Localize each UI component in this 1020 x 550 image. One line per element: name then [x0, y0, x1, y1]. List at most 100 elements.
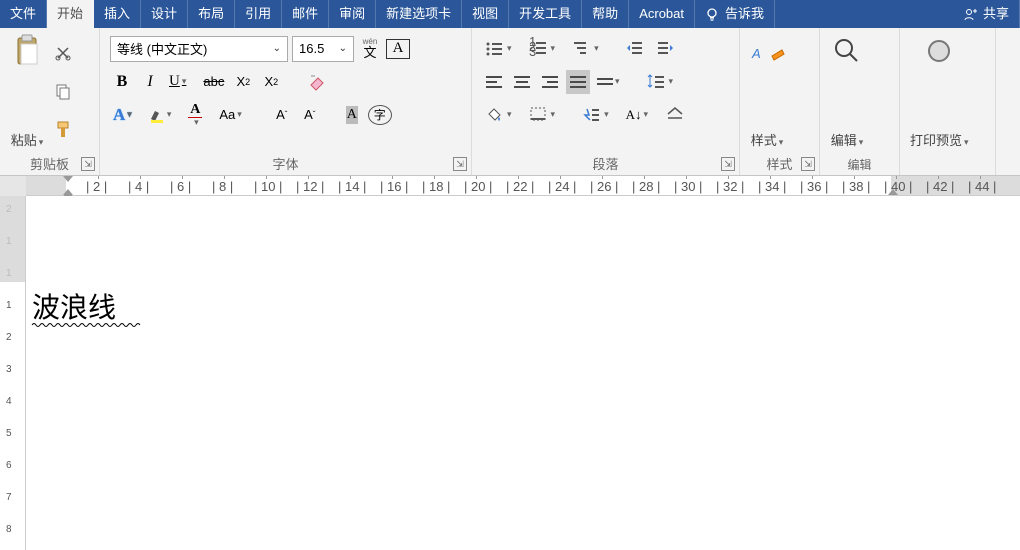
cut-icon[interactable]: [54, 44, 72, 62]
borders-icon: [529, 106, 549, 124]
wavy-underline: [32, 322, 138, 328]
bold-button[interactable]: B: [110, 70, 134, 94]
group-paragraph-label: 段落⇲: [472, 155, 739, 175]
tab-help[interactable]: 帮助: [582, 0, 629, 28]
styles-label: 样式: [751, 130, 784, 149]
strikethrough-button[interactable]: abc: [200, 70, 227, 94]
borders-button[interactable]: [526, 103, 566, 127]
underline-button[interactable]: U: [166, 70, 196, 94]
tab-newtab[interactable]: 新建选项卡: [376, 0, 462, 28]
print-preview-label: 打印预览: [910, 130, 969, 149]
superscript-button[interactable]: X2: [259, 70, 283, 94]
editing-button[interactable]: 编辑: [824, 32, 870, 151]
distributed-button[interactable]: [594, 70, 630, 94]
tab-home[interactable]: 开始: [47, 0, 94, 28]
paste-button[interactable]: 粘贴: [4, 32, 50, 151]
ruler-tick: | 8 |: [212, 179, 233, 194]
align-center-button[interactable]: [510, 70, 534, 94]
increase-indent-button[interactable]: [653, 37, 679, 61]
shrink-font-button[interactable]: Aˇ: [298, 103, 322, 127]
tab-review[interactable]: 审阅: [329, 0, 376, 28]
horizontal-ruler[interactable]: | 2 || 4 || 6 || 8 || 10 || 12 || 14 || …: [26, 176, 1020, 196]
dialog-launcher-icon[interactable]: ⇲: [81, 157, 95, 171]
tab-references[interactable]: 引用: [235, 0, 282, 28]
document-text[interactable]: 波浪线: [32, 286, 116, 326]
clear-formatting-button[interactable]: [305, 70, 329, 94]
multilevel-list-button[interactable]: [569, 37, 609, 61]
ruler-tick: | 22 |: [506, 179, 534, 194]
decrease-indent-button[interactable]: [623, 37, 649, 61]
vruler-tick: 8: [6, 524, 12, 535]
char-border-button[interactable]: A: [386, 39, 410, 59]
vruler-tick: 4: [6, 396, 12, 407]
print-preview-button[interactable]: 打印预览: [904, 32, 975, 151]
sort-button[interactable]: A↓: [623, 103, 658, 127]
styles-button[interactable]: A 样式: [744, 32, 790, 151]
tab-design[interactable]: 设计: [141, 0, 188, 28]
paste-label: 粘贴: [11, 130, 44, 149]
highlight-button[interactable]: [146, 103, 182, 127]
shading-button[interactable]: [482, 103, 522, 127]
first-line-indent-marker[interactable]: [63, 176, 73, 182]
ruler-tick: | 30 |: [674, 179, 702, 194]
dialog-launcher-icon[interactable]: ⇲: [721, 157, 735, 171]
tab-mailings[interactable]: 邮件: [282, 0, 329, 28]
grow-font-button[interactable]: Aˆ: [270, 103, 294, 127]
text-effects-button[interactable]: A: [110, 103, 142, 127]
vruler-tick: 6: [6, 460, 12, 471]
share-label: 共享: [983, 0, 1009, 28]
align-justify-button[interactable]: [566, 70, 590, 94]
snap-to-grid-button[interactable]: [579, 103, 619, 127]
ruler-tick: | 40 |: [884, 179, 912, 194]
font-color-button[interactable]: A: [185, 103, 212, 127]
align-left-button[interactable]: [482, 70, 506, 94]
tab-view[interactable]: 视图: [462, 0, 509, 28]
format-painter-icon[interactable]: [54, 121, 72, 139]
tab-layout[interactable]: 布局: [188, 0, 235, 28]
user-icon: [963, 7, 977, 21]
ruler-tick: | 12 |: [296, 179, 324, 194]
vruler-tick: 7: [6, 492, 12, 503]
ruler-tick: | 16 |: [380, 179, 408, 194]
enclose-char-button[interactable]: 字: [368, 105, 392, 125]
font-size-combo[interactable]: 16.5⌄: [292, 36, 354, 62]
tab-file[interactable]: 文件: [0, 0, 47, 28]
show-marks-button[interactable]: [662, 103, 688, 127]
align-right-button[interactable]: [538, 70, 562, 94]
line-spacing-button[interactable]: [644, 70, 684, 94]
vruler-tick: 1: [6, 236, 12, 247]
vertical-ruler[interactable]: 21112345678: [0, 196, 26, 550]
line-spacing-icon: [647, 73, 667, 91]
copy-icon[interactable]: [54, 82, 72, 100]
ruler-tick: | 38 |: [842, 179, 870, 194]
phonetic-char: 文: [363, 46, 376, 59]
tab-developer[interactable]: 开发工具: [509, 0, 582, 28]
tab-acrobat[interactable]: Acrobat: [629, 0, 695, 28]
editing-label: 编辑: [831, 130, 864, 149]
change-case-button[interactable]: Aa: [216, 103, 251, 127]
ruler-tick: | 2 |: [86, 179, 107, 194]
share-button[interactable]: 共享: [953, 0, 1020, 28]
ruler-tick: | 44 |: [968, 179, 996, 194]
char-shading-button[interactable]: A: [340, 103, 364, 127]
dialog-launcher-icon[interactable]: ⇲: [801, 157, 815, 171]
ruler-tick: | 20 |: [464, 179, 492, 194]
document-canvas[interactable]: 波浪线: [26, 196, 1020, 550]
numbering-button[interactable]: 123: [526, 37, 566, 61]
subscript-button[interactable]: X2: [231, 70, 255, 94]
ruler-tick: | 4 |: [128, 179, 149, 194]
clipboard-icon: [10, 34, 44, 68]
italic-button[interactable]: I: [138, 70, 162, 94]
dialog-launcher-icon[interactable]: ⇲: [453, 157, 467, 171]
outdent-icon: [626, 40, 646, 58]
ruler-tick: | 28 |: [632, 179, 660, 194]
vruler-tick: 2: [6, 204, 12, 215]
lightbulb-icon: [705, 7, 719, 21]
font-name-combo[interactable]: 等线 (中文正文)⌄: [110, 36, 288, 62]
indent-icon: [656, 40, 676, 58]
bullets-button[interactable]: [482, 37, 522, 61]
tab-insert[interactable]: 插入: [94, 0, 141, 28]
vruler-tick: 5: [6, 428, 12, 439]
phonetic-guide-button[interactable]: wén 文: [358, 37, 382, 61]
tab-tellme[interactable]: 告诉我: [695, 0, 775, 28]
